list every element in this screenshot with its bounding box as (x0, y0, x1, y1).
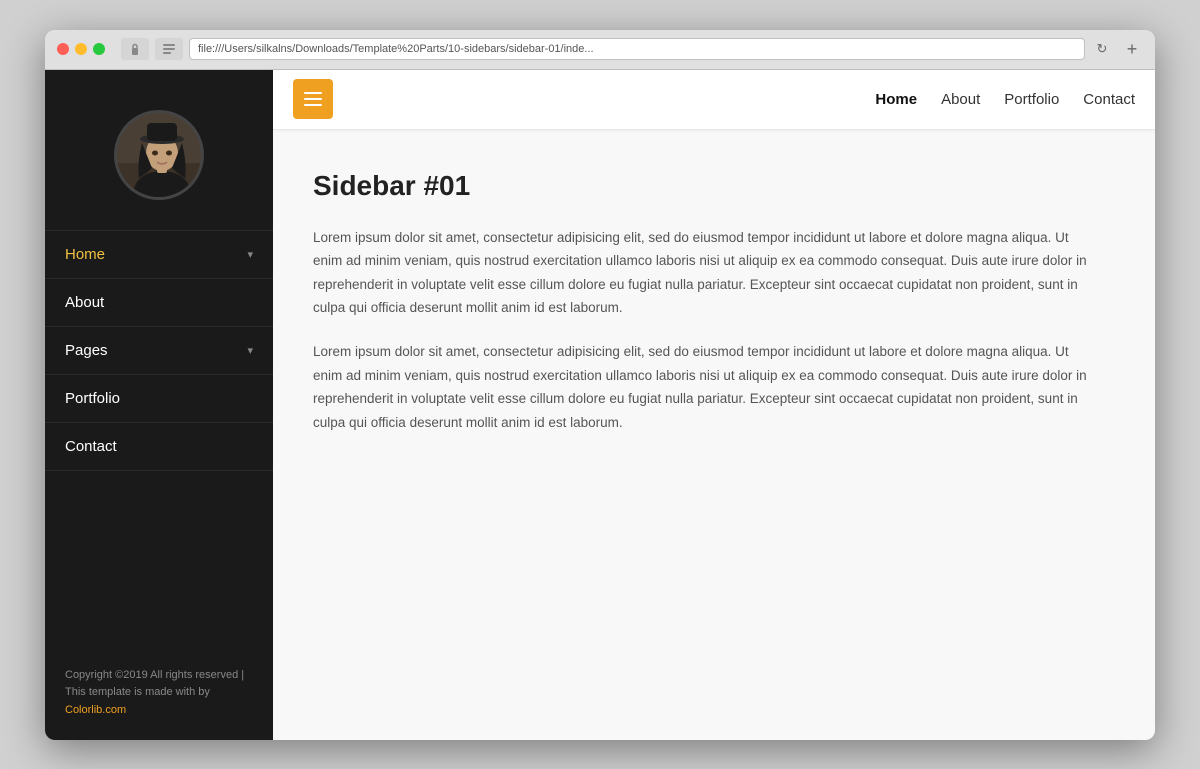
avatar-area (45, 70, 273, 230)
reader-icon[interactable] (155, 38, 183, 60)
menu-line-2 (304, 98, 322, 100)
sidebar: Home ▾ About Pages ▾ Portfolio Contact (45, 70, 273, 740)
menu-line-1 (304, 92, 322, 94)
topnav-link-portfolio[interactable]: Portfolio (1004, 91, 1059, 108)
sidebar-item-contact[interactable]: Contact (45, 423, 273, 471)
browser-titlebar: file:///Users/silkalns/Downloads/Templat… (45, 30, 1155, 70)
sidebar-footer: Copyright ©2019 All rights reserved | Th… (45, 647, 273, 740)
minimize-button[interactable] (75, 43, 87, 55)
main-content: Home About Portfolio Contact Sidebar #01… (273, 70, 1155, 740)
address-text: file:///Users/silkalns/Downloads/Templat… (198, 43, 594, 55)
browser-toolbar: file:///Users/silkalns/Downloads/Templat… (121, 38, 1113, 60)
sidebar-item-portfolio-label: Portfolio (65, 390, 120, 407)
sidebar-item-home[interactable]: Home ▾ (45, 230, 273, 279)
sidebar-item-home-label: Home (65, 246, 105, 263)
new-tab-button[interactable]: + (1121, 38, 1143, 60)
maximize-button[interactable] (93, 43, 105, 55)
sidebar-item-about[interactable]: About (45, 279, 273, 327)
reload-button[interactable]: ↻ (1091, 38, 1113, 60)
avatar (114, 110, 204, 200)
topnav-link-about[interactable]: About (941, 91, 980, 108)
traffic-lights (57, 43, 105, 55)
top-nav-links: Home About Portfolio Contact (875, 91, 1135, 108)
menu-line-3 (304, 104, 322, 106)
address-bar[interactable]: file:///Users/silkalns/Downloads/Templat… (189, 38, 1085, 60)
page-layout: Home ▾ About Pages ▾ Portfolio Contact (45, 70, 1155, 740)
sidebar-item-pages-label: Pages (65, 342, 108, 359)
topnav-link-contact[interactable]: Contact (1083, 91, 1135, 108)
top-nav: Home About Portfolio Contact (273, 70, 1155, 130)
paragraph-1: Lorem ipsum dolor sit amet, consectetur … (313, 226, 1093, 321)
lock-icon[interactable] (121, 38, 149, 60)
sidebar-item-about-label: About (65, 294, 104, 311)
menu-icon (304, 92, 322, 106)
sidebar-item-portfolio[interactable]: Portfolio (45, 375, 273, 423)
colorlib-link[interactable]: Colorlib.com (65, 704, 126, 716)
browser-window: file:///Users/silkalns/Downloads/Templat… (45, 30, 1155, 740)
topnav-link-home[interactable]: Home (875, 91, 917, 108)
sidebar-nav: Home ▾ About Pages ▾ Portfolio Contact (45, 230, 273, 647)
chevron-down-icon-pages: ▾ (247, 344, 253, 357)
sidebar-item-contact-label: Contact (65, 438, 117, 455)
sidebar-item-pages[interactable]: Pages ▾ (45, 327, 273, 375)
paragraph-2: Lorem ipsum dolor sit amet, consectetur … (313, 340, 1093, 435)
hamburger-button[interactable] (293, 79, 333, 119)
content-area: Sidebar #01 Lorem ipsum dolor sit amet, … (273, 130, 1155, 740)
copyright-text: Copyright ©2019 All rights reserved | Th… (65, 669, 244, 699)
close-button[interactable] (57, 43, 69, 55)
chevron-down-icon: ▾ (247, 248, 253, 261)
page-title: Sidebar #01 (313, 170, 1115, 202)
